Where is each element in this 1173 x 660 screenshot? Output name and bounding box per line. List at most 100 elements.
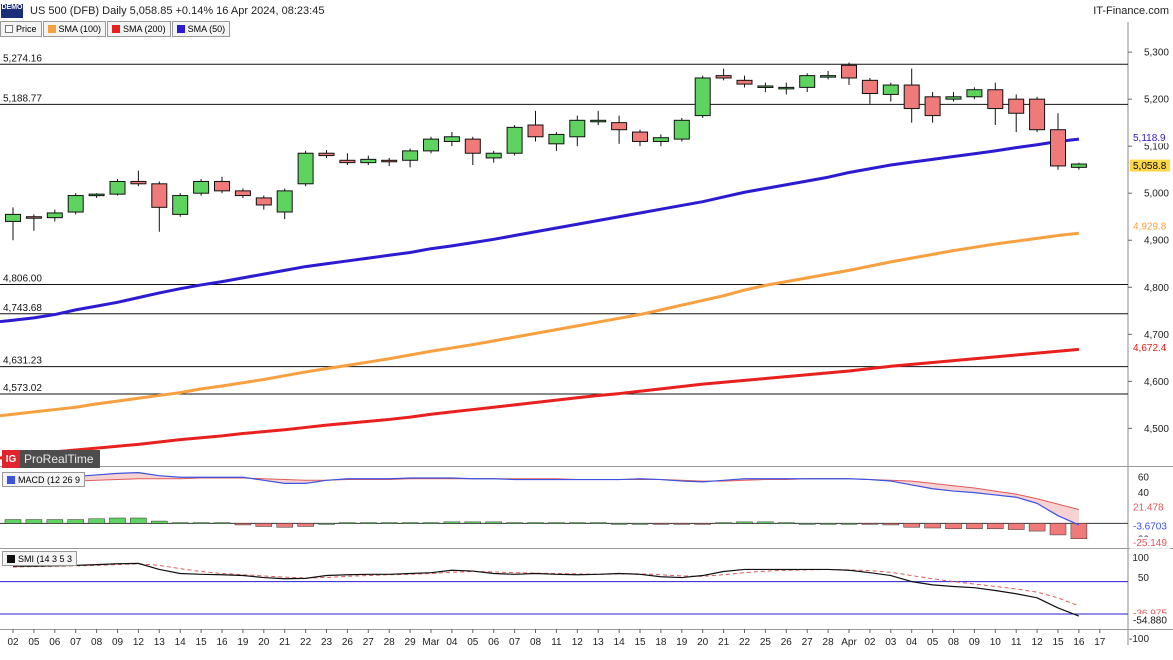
macd-hist-bar xyxy=(276,523,293,528)
value-tag: 4,672.4 xyxy=(1133,343,1167,354)
candle xyxy=(443,132,460,147)
x-tick-label: 02 xyxy=(7,637,19,648)
macd-hist-bar xyxy=(46,519,64,524)
macd-legend-label: MACD (12 26 9 xyxy=(18,474,81,485)
y-tick-label: 5,000 xyxy=(1144,189,1169,200)
x-tick-label: 08 xyxy=(948,637,960,648)
x-tick-label: 29 xyxy=(405,637,417,648)
candle xyxy=(757,82,774,93)
x-tick-label: 25 xyxy=(760,637,772,648)
candle xyxy=(88,193,105,198)
candle-body xyxy=(130,180,147,185)
candle-body xyxy=(339,159,356,164)
x-tick-label: 15 xyxy=(634,637,646,648)
candle-body xyxy=(297,152,314,185)
x-tick-label: 26 xyxy=(342,637,354,648)
candle xyxy=(673,117,690,142)
candle xyxy=(611,115,628,144)
candle xyxy=(25,214,42,231)
smi-panel xyxy=(0,562,1128,617)
candle xyxy=(924,92,941,123)
macd-hist-bar xyxy=(485,521,502,524)
macd-swatch xyxy=(7,475,15,484)
candle xyxy=(297,150,314,187)
x-tick-label: 05 xyxy=(927,637,939,648)
price-panel: 5,274.16 5,188.77 4,806.00 4,743.68 4,631.23… xyxy=(0,53,1128,460)
macd-hist-bar xyxy=(903,523,920,528)
macd-signal-fill xyxy=(13,472,1079,525)
candle-body xyxy=(882,84,899,95)
macd-hist-bar xyxy=(88,518,105,524)
candle-body xyxy=(757,85,774,88)
x-tick-label: 21 xyxy=(279,637,291,648)
candle xyxy=(151,181,168,232)
x-tick-label: 27 xyxy=(802,637,814,648)
candle-body xyxy=(590,119,607,123)
price-chart-svg[interactable]: 5,274.16 5,188.77 4,806.00 4,743.68 4,631.23… xyxy=(0,0,1173,660)
x-tick-label: 04 xyxy=(906,637,918,648)
level-label: 4,573.02 xyxy=(3,383,42,394)
x-tick-label: 13 xyxy=(593,637,605,648)
candle xyxy=(506,125,523,156)
candle-body xyxy=(527,124,544,138)
candle-body xyxy=(67,195,84,213)
macd-hist-bar xyxy=(757,521,774,524)
candle-body xyxy=(861,79,878,94)
level-label: 5,188.77 xyxy=(3,93,42,104)
x-tick-label: 07 xyxy=(509,637,521,648)
candle-body xyxy=(548,133,565,145)
x-tick-label: 16 xyxy=(216,637,228,648)
y-tick-label: 5,300 xyxy=(1144,48,1169,59)
candle xyxy=(527,110,544,142)
candle-body xyxy=(485,152,502,159)
candle-body xyxy=(402,150,419,161)
macd-hist-bar xyxy=(25,519,43,524)
candle xyxy=(381,157,398,166)
x-tick-label: 05 xyxy=(28,637,40,648)
x-tick-label: 15 xyxy=(1052,637,1064,648)
candle xyxy=(882,82,899,102)
macd-hist-bar xyxy=(987,523,1004,530)
sma50-line xyxy=(0,137,1080,324)
x-tick-label: Mar xyxy=(422,637,440,648)
candle-body xyxy=(5,213,21,222)
candle-body xyxy=(25,216,42,219)
candle-body xyxy=(276,190,293,213)
candle-body xyxy=(318,152,335,157)
macd-legend[interactable]: MACD (12 26 9 xyxy=(2,472,86,487)
y-tick-label: 4,800 xyxy=(1144,283,1169,294)
x-tick-label: 21 xyxy=(718,637,730,648)
candle-body xyxy=(611,122,628,131)
candle-body xyxy=(255,197,272,206)
candle xyxy=(820,70,837,80)
candle xyxy=(360,155,377,165)
macd-hist-bar xyxy=(297,523,314,527)
axis-layer: 4,5004,6004,7004,8004,9005,0005,1005,200… xyxy=(7,48,1170,648)
candle xyxy=(255,195,272,210)
macd-tick-label: 40 xyxy=(1138,488,1150,499)
candle xyxy=(1070,162,1087,170)
candle-body xyxy=(632,131,648,142)
level-label: 4,806.00 xyxy=(3,273,42,284)
macd-hist-bar xyxy=(569,522,586,524)
macd-hist-bar xyxy=(151,520,168,524)
macd-hist-bar xyxy=(840,523,858,525)
candle-body xyxy=(423,138,439,152)
candle xyxy=(1008,94,1025,133)
macd-hist-bar xyxy=(861,523,879,525)
macd-hist-bar xyxy=(234,523,252,526)
smi-legend[interactable]: SMI (14 3 5 3 xyxy=(2,551,78,566)
macd-hist-bar xyxy=(192,522,210,524)
candle xyxy=(485,150,502,163)
candle-body xyxy=(841,64,857,79)
candle-body xyxy=(1008,98,1025,114)
macd-hist-bar xyxy=(673,523,691,525)
smi-swatch xyxy=(7,554,15,563)
candle xyxy=(652,134,669,147)
candle xyxy=(966,87,983,100)
candle xyxy=(402,148,419,168)
x-tick-label: 12 xyxy=(1032,637,1044,648)
x-tick-label: 08 xyxy=(91,637,103,648)
prorealtime-logo: IG ProRealTime xyxy=(2,450,100,468)
macd-hist-bar xyxy=(652,523,670,525)
